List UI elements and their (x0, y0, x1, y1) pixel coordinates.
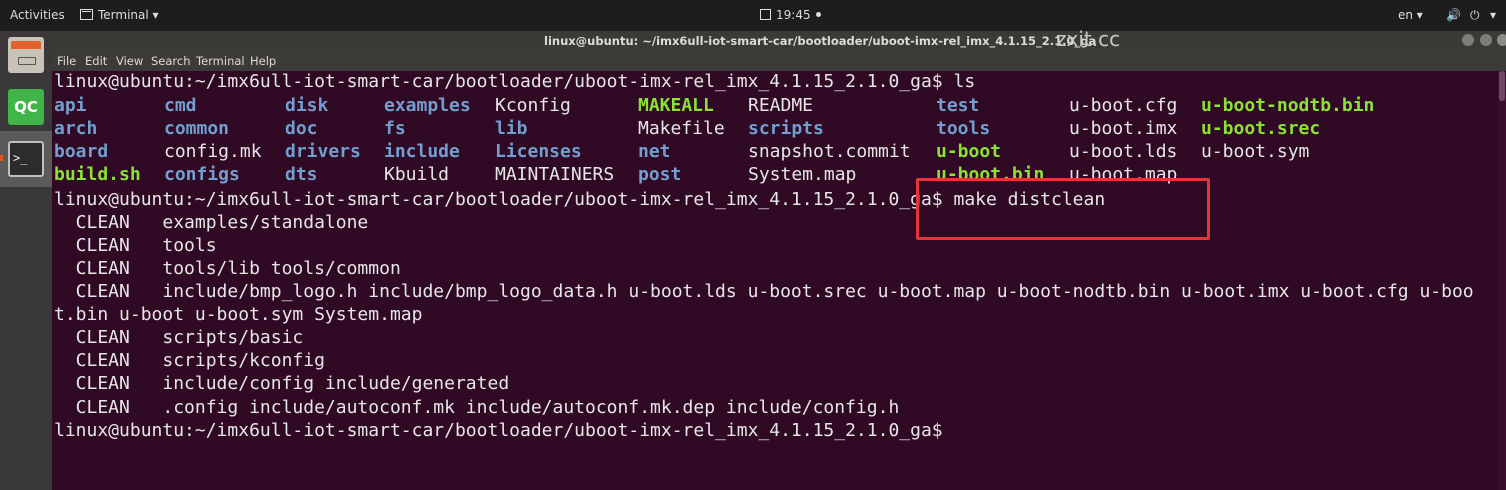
menu-view[interactable]: View (116, 51, 143, 71)
system-menu-arrow[interactable]: ▾ (1490, 0, 1496, 31)
output-line: CLEAN examples/standalone (54, 212, 369, 233)
maximize-button[interactable] (1480, 34, 1492, 46)
listing-entry: build.sh (54, 164, 141, 185)
highlight-box (916, 178, 1210, 240)
output-line: CLEAN scripts/kconfig (54, 350, 325, 371)
listing-entry: dts (285, 164, 318, 185)
window-titlebar[interactable]: linux@ubuntu: ~/imx6ull-iot-smart-car/bo… (52, 27, 1506, 51)
listing-entry: MAKEALL (638, 95, 714, 116)
listing-entry: scripts (748, 118, 824, 139)
output-line: t.bin u-boot u-boot.sym System.map (54, 304, 423, 325)
listing-entry: cmd (164, 95, 197, 116)
listing-entry: config.mk (164, 141, 262, 162)
output-line: CLEAN include/bmp_logo.h include/bmp_log… (54, 281, 1474, 302)
scrollbar[interactable] (1498, 71, 1506, 490)
app-menu[interactable]: Terminal ▾ (80, 0, 159, 31)
running-indicator (0, 155, 3, 161)
listing-entry: Licenses (495, 141, 582, 162)
power-icon[interactable]: ⏻ (1470, 0, 1480, 31)
menu-search[interactable]: Search (151, 51, 191, 71)
notification-dot-icon (815, 12, 821, 17)
listing-entry: board (54, 141, 109, 162)
files-icon[interactable] (8, 37, 44, 73)
listing-entry: u-boot.imx (1069, 118, 1178, 139)
top-bar: Activities Terminal ▾ 19:45 en ▾ 🔊 ⏻ ▾ (0, 0, 1506, 31)
listing-entry: Makefile (638, 118, 725, 139)
listing-entry: disk (285, 95, 329, 116)
listing-entry: api (54, 95, 87, 116)
listing-entry: examples (384, 95, 471, 116)
menu-help[interactable]: Help (250, 51, 276, 71)
listing-entry: u-boot.lds (1069, 141, 1178, 162)
prompt: linux@ubuntu:~/imx6ull-iot-smart-car/boo… (54, 189, 943, 210)
terminal-small-icon (80, 9, 93, 20)
window-title: linux@ubuntu: ~/imx6ull-iot-smart-car/bo… (544, 34, 1097, 48)
output-line: CLEAN scripts/basic (54, 327, 304, 348)
listing-entry: MAINTAINERS (495, 164, 615, 185)
command-text: ls (942, 71, 976, 92)
clock[interactable]: 19:45 (760, 0, 821, 31)
menu-terminal[interactable]: Terminal (196, 51, 245, 71)
listing-entry: common (164, 118, 230, 139)
listing-entry: u-boot.cfg (1069, 95, 1178, 116)
output-line: CLEAN tools (54, 235, 217, 256)
listing-entry: fs (384, 118, 406, 139)
menu-bar: File Edit View Search Terminal Help (52, 51, 1506, 71)
app-menu-label: Terminal ▾ (98, 8, 159, 22)
listing-entry: Kbuild (384, 164, 450, 185)
listing-entry: u-boot.sym (1201, 141, 1310, 162)
qt-icon[interactable]: QC (8, 89, 44, 125)
minimize-button[interactable] (1462, 34, 1474, 46)
listing-entry: tools (936, 118, 991, 139)
listing-entry: System.map (748, 164, 857, 185)
clock-time: 19:45 (776, 8, 811, 22)
listing-entry: include (384, 141, 460, 162)
listing-entry: snapshot.commit (748, 141, 911, 162)
menu-file[interactable]: File (57, 51, 76, 71)
terminal-icon[interactable]: >_ (8, 141, 44, 177)
output-line: CLEAN .config include/autoconf.mk includ… (54, 397, 900, 418)
command-line-ls: linux@ubuntu:~/imx6ull-iot-smart-car/boo… (54, 70, 975, 93)
menu-edit[interactable]: Edit (85, 51, 107, 71)
scrollbar-thumb[interactable] (1499, 71, 1505, 101)
listing-entry: u-boot (936, 141, 1002, 162)
command-line-final: linux@ubuntu:~/imx6ull-iot-smart-car/boo… (54, 419, 943, 442)
listing-entry: u-boot-nodtb.bin (1201, 95, 1375, 116)
listing-entry: drivers (285, 141, 361, 162)
language-indicator[interactable]: en ▾ (1398, 0, 1423, 31)
listing-entry: test (936, 95, 980, 116)
listing-entry: u-boot.srec (1201, 118, 1321, 139)
listing-entry: Kconfig (495, 95, 571, 116)
listing-entry: lib (495, 118, 528, 139)
calendar-icon (760, 9, 771, 20)
prompt: linux@ubuntu:~/imx6ull-iot-smart-car/boo… (54, 71, 943, 92)
listing-entry: doc (285, 118, 318, 139)
dock: QC >_ (0, 31, 52, 490)
output-line: CLEAN include/config include/generated (54, 373, 510, 394)
listing-entry: net (638, 141, 671, 162)
activities-button[interactable]: Activities (10, 0, 65, 31)
speaker-icon[interactable]: 🔊 (1446, 0, 1461, 31)
listing-entry: configs (164, 164, 240, 185)
listing-entry: post (638, 164, 682, 185)
prompt: linux@ubuntu:~/imx6ull-iot-smart-car/boo… (54, 420, 943, 441)
listing-entry: arch (54, 118, 98, 139)
output-line: CLEAN tools/lib tools/common (54, 258, 401, 279)
close-button[interactable] (1497, 34, 1506, 46)
listing-entry: README (748, 95, 814, 116)
